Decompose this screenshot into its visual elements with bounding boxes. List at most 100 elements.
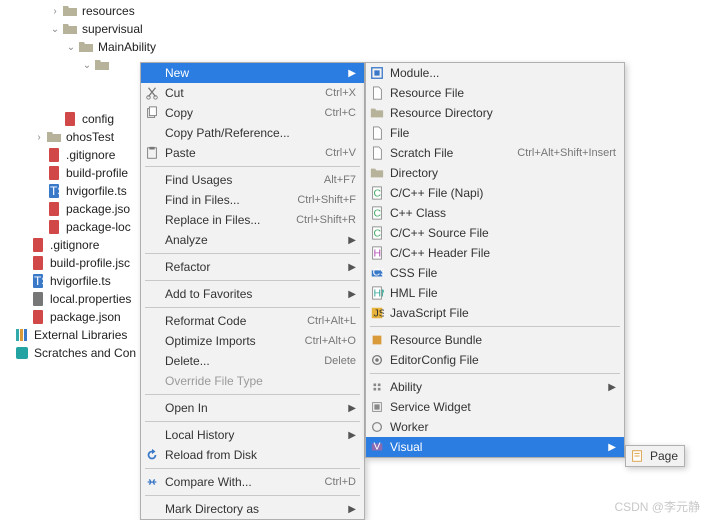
menu-item-open-in[interactable]: Open In▶ (141, 398, 364, 418)
menu-item-label: Service Widget (388, 400, 616, 414)
menu-shortcut: Ctrl+C (325, 107, 356, 119)
context-menu-visual[interactable]: Page (625, 445, 685, 467)
menu-item-label: Override File Type (163, 374, 356, 388)
copy-icon (145, 105, 159, 121)
menu-item-label: C/C++ Header File (388, 246, 616, 260)
menu-item-label: Refactor (163, 260, 346, 274)
watermark: CSDN @李元静 (614, 498, 700, 515)
menu-item-label: Resource File (388, 86, 616, 100)
blank-icon (145, 232, 163, 248)
tree-item[interactable]: › resources (0, 2, 200, 20)
menu-shortcut: Alt+F7 (324, 174, 356, 186)
menu-item-new[interactable]: New▶ (141, 63, 364, 83)
menu-item-reload-from-disk[interactable]: Reload from Disk (141, 445, 364, 465)
menu-item-page[interactable]: Page (626, 446, 684, 466)
menu-item-label: Resource Directory (388, 106, 616, 120)
menu-shortcut: Ctrl+Alt+L (307, 315, 356, 327)
menu-item-optimize-imports[interactable]: Optimize ImportsCtrl+Alt+O (141, 331, 364, 351)
blank-icon (145, 192, 163, 208)
tree-item-label: resources (82, 4, 135, 18)
menu-item-analyze[interactable]: Analyze▶ (141, 230, 364, 250)
menu-item-worker[interactable]: Worker (366, 417, 624, 437)
menu-item-c-c-source-file[interactable]: CC/C++ Source File (366, 223, 624, 243)
svg-text:TS: TS (50, 184, 62, 198)
menu-item-service-widget[interactable]: Service Widget (366, 397, 624, 417)
menu-item-delete[interactable]: Delete...Delete (141, 351, 364, 371)
menu-shortcut: Ctrl+Shift+R (296, 214, 356, 226)
editorconfig-icon (370, 352, 388, 368)
submenu-arrow-icon: ▶ (346, 235, 356, 246)
menu-item-c-c-file-napi[interactable]: CC/C++ File (Napi) (366, 183, 624, 203)
menu-item-label: C/C++ File (Napi) (388, 186, 616, 200)
menu-shortcut: Ctrl+D (325, 476, 356, 488)
menu-item-add-to-favorites[interactable]: Add to Favorites▶ (141, 284, 364, 304)
menu-item-find-in-files[interactable]: Find in Files...Ctrl+Shift+F (141, 190, 364, 210)
blank-icon (145, 313, 163, 329)
widget-icon (370, 399, 384, 415)
menu-item-scratch-file[interactable]: Scratch FileCtrl+Alt+Shift+Insert (366, 143, 624, 163)
menu-item-directory[interactable]: Directory (366, 163, 624, 183)
menu-item-hml-file[interactable]: HMLHML File (366, 283, 624, 303)
expand-arrow-icon[interactable]: › (48, 6, 62, 17)
tree-item-label: supervisual (82, 22, 143, 36)
menu-item-resource-directory[interactable]: Resource Directory (366, 103, 624, 123)
menu-item-visual[interactable]: VVisual▶ (366, 437, 624, 457)
menu-item-local-history[interactable]: Local History▶ (141, 425, 364, 445)
menu-item-label: Resource Bundle (388, 333, 616, 347)
file-red-icon (46, 147, 62, 163)
context-menu-main[interactable]: New▶CutCtrl+XCopyCtrl+CCopy Path/Referen… (140, 62, 365, 520)
tree-item-label: MainAbility (98, 40, 156, 54)
menu-separator (145, 468, 360, 469)
submenu-arrow-icon: ▶ (346, 504, 356, 515)
menu-item-refactor[interactable]: Refactor▶ (141, 257, 364, 277)
menu-shortcut: Ctrl+V (325, 147, 356, 159)
menu-item-copy-path-reference[interactable]: Copy Path/Reference... (141, 123, 364, 143)
expand-arrow-icon[interactable]: › (32, 132, 46, 143)
js-icon: JS (370, 305, 388, 321)
menu-item-find-usages[interactable]: Find UsagesAlt+F7 (141, 170, 364, 190)
ability-icon (370, 379, 388, 395)
svg-text:C: C (374, 228, 382, 240)
menu-item-module[interactable]: Module... (366, 63, 624, 83)
expand-arrow-icon[interactable]: ⌄ (48, 24, 62, 35)
menu-item-copy[interactable]: CopyCtrl+C (141, 103, 364, 123)
compare-icon (145, 474, 163, 490)
menu-item-paste[interactable]: PasteCtrl+V (141, 143, 364, 163)
widget-icon (370, 399, 388, 415)
expand-arrow-icon[interactable]: ⌄ (80, 60, 94, 71)
menu-item-cut[interactable]: CutCtrl+X (141, 83, 364, 103)
css-icon: CSS (370, 265, 388, 281)
submenu-arrow-icon: ▶ (346, 403, 356, 414)
tree-item-label: .gitignore (66, 148, 115, 162)
menu-item-reformat-code[interactable]: Reformat CodeCtrl+Alt+L (141, 311, 364, 331)
tree-item[interactable]: ⌄ supervisual (0, 20, 200, 38)
menu-item-ability[interactable]: Ability▶ (366, 377, 624, 397)
svg-text:TS: TS (34, 274, 46, 288)
visual-icon: V (370, 439, 384, 455)
menu-item-css-file[interactable]: CSSCSS File (366, 263, 624, 283)
tree-item-label: config (82, 112, 114, 126)
expand-arrow-icon[interactable]: ⌄ (64, 42, 78, 53)
menu-item-c-c-header-file[interactable]: HC/C++ Header File (366, 243, 624, 263)
menu-item-javascript-file[interactable]: JSJavaScript File (366, 303, 624, 323)
menu-item-label: Reload from Disk (163, 448, 356, 462)
file-icon (370, 125, 384, 141)
menu-item-editorconfig-file[interactable]: EditorConfig File (366, 350, 624, 370)
menu-item-mark-directory-as[interactable]: Mark Directory as▶ (141, 499, 364, 519)
menu-item-file[interactable]: File (366, 123, 624, 143)
menu-item-label: Copy (163, 106, 325, 120)
menu-item-resource-file[interactable]: Resource File (366, 83, 624, 103)
context-menu-new[interactable]: Module... Resource File Resource Directory… (365, 62, 625, 458)
bundle-icon (370, 332, 388, 348)
menu-item-resource-bundle[interactable]: Resource Bundle (366, 330, 624, 350)
svg-text:CSS: CSS (373, 267, 384, 279)
tree-item[interactable]: ⌄ MainAbility (0, 38, 200, 56)
menu-item-replace-in-files[interactable]: Replace in Files...Ctrl+Shift+R (141, 210, 364, 230)
cpp-src-icon: C (370, 225, 384, 241)
menu-item-compare-with[interactable]: Compare With...Ctrl+D (141, 472, 364, 492)
menu-item-label: Page (648, 449, 678, 463)
file-red-icon (30, 309, 46, 325)
menu-item-c-class[interactable]: CC++ Class (366, 203, 624, 223)
tree-item-label: ohosTest (66, 130, 114, 144)
tree-item-label: Scratches and Con (34, 346, 136, 360)
